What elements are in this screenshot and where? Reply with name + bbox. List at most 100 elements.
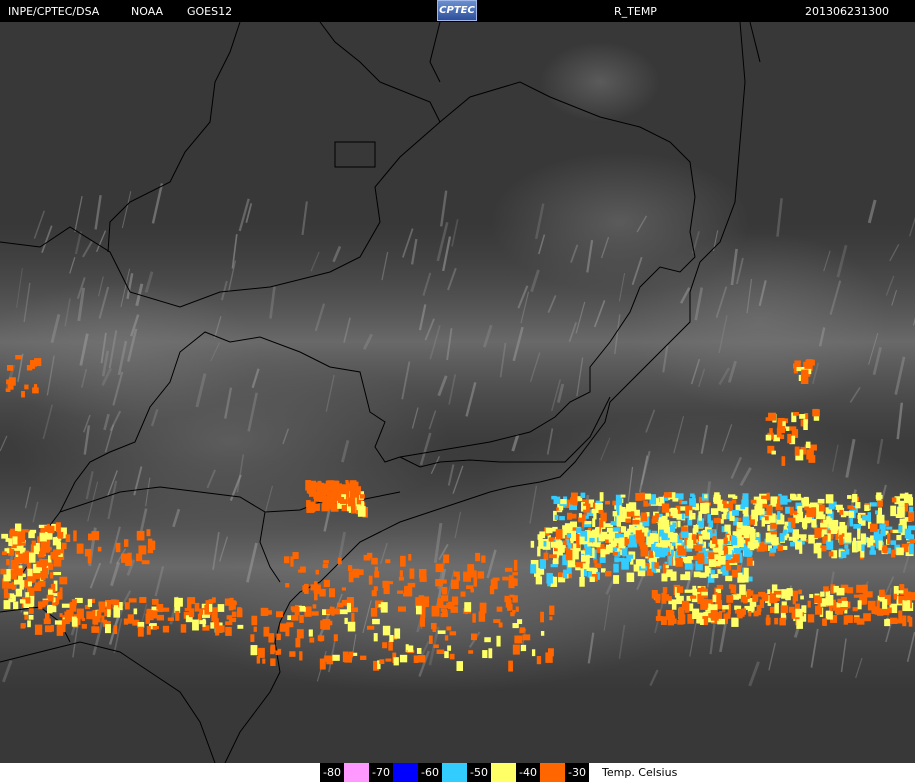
cold-top-pixel bbox=[756, 532, 760, 537]
cold-top-pixel bbox=[641, 562, 646, 569]
cold-top-pixel bbox=[703, 532, 711, 540]
cold-top-pixel bbox=[61, 603, 70, 608]
cold-top-pixel bbox=[728, 546, 732, 555]
cold-top-pixel bbox=[811, 519, 817, 528]
cold-top-pixel bbox=[847, 495, 852, 499]
cold-top-pixel bbox=[442, 586, 448, 595]
cold-top-pixel bbox=[71, 616, 78, 627]
cold-top-pixel bbox=[300, 566, 306, 573]
cold-top-pixel bbox=[684, 562, 693, 570]
cold-top-pixel bbox=[540, 611, 544, 623]
cold-top-pixel bbox=[710, 610, 718, 616]
cold-top-pixel bbox=[864, 504, 870, 512]
cold-top-pixel bbox=[805, 441, 811, 449]
cold-top-pixel bbox=[857, 540, 862, 552]
cold-top-pixel bbox=[48, 564, 54, 571]
cold-top-pixel bbox=[389, 634, 394, 642]
cold-top-pixel bbox=[151, 598, 159, 605]
cold-top-pixel bbox=[350, 503, 356, 514]
cold-top-pixel bbox=[84, 548, 92, 557]
cold-top-pixel bbox=[472, 613, 476, 623]
legend-label: -70 bbox=[369, 763, 393, 782]
cold-top-pixel bbox=[9, 593, 15, 599]
cold-top-pixel bbox=[16, 523, 21, 530]
cold-top-pixel bbox=[508, 603, 513, 610]
cold-top-pixel bbox=[614, 532, 620, 539]
cold-top-pixel bbox=[21, 391, 25, 398]
cold-top-pixel bbox=[550, 564, 558, 568]
cold-top-pixel bbox=[721, 514, 727, 520]
cold-top-pixel bbox=[447, 645, 452, 651]
cold-top-pixel bbox=[710, 573, 719, 579]
cold-top-pixel bbox=[175, 610, 180, 621]
cold-top-pixel bbox=[304, 583, 309, 593]
cold-top-pixel bbox=[587, 542, 593, 547]
cold-top-pixel bbox=[612, 511, 617, 517]
cold-top-pixel bbox=[825, 494, 834, 504]
cold-top-pixel bbox=[766, 505, 773, 516]
cold-top-pixel bbox=[902, 600, 911, 612]
cold-top-pixel bbox=[589, 576, 595, 583]
cold-top-pixel bbox=[292, 552, 299, 559]
cold-top-pixel bbox=[814, 527, 822, 539]
cold-top-pixel bbox=[766, 614, 770, 626]
cold-top-pixel bbox=[61, 542, 67, 550]
cold-top-pixel bbox=[898, 525, 903, 533]
cold-top-pixel bbox=[640, 547, 649, 557]
cold-top-pixel bbox=[56, 538, 61, 545]
cold-top-pixel bbox=[578, 513, 582, 518]
cold-top-pixel bbox=[713, 517, 721, 524]
cold-top-pixel bbox=[326, 488, 332, 497]
cold-top-pixel bbox=[460, 591, 466, 597]
cold-top-pixel bbox=[47, 604, 53, 614]
cold-top-pixel bbox=[201, 614, 210, 618]
cold-top-pixel bbox=[138, 545, 147, 555]
cold-top-pixel bbox=[105, 624, 111, 634]
cold-top-pixel bbox=[618, 539, 626, 549]
cold-top-pixel bbox=[908, 511, 915, 522]
cold-top-pixel bbox=[732, 554, 740, 563]
cold-top-pixel bbox=[145, 613, 150, 624]
cold-top-pixel bbox=[54, 602, 59, 606]
cold-top-pixel bbox=[40, 541, 47, 551]
cold-top-pixel bbox=[295, 637, 301, 648]
cold-top-pixel bbox=[665, 572, 672, 578]
cold-top-pixel bbox=[700, 502, 707, 514]
cold-top-pixel bbox=[765, 434, 772, 441]
cold-top-pixel bbox=[146, 610, 153, 614]
cold-top-pixel bbox=[811, 507, 817, 517]
cold-top-pixel bbox=[656, 568, 661, 573]
cold-top-pixel bbox=[512, 595, 518, 603]
cold-top-pixel bbox=[852, 607, 858, 612]
cold-top-pixel bbox=[724, 524, 731, 532]
cold-top-pixel bbox=[338, 496, 345, 504]
cold-top-pixel bbox=[350, 492, 356, 501]
cold-top-pixel bbox=[34, 582, 41, 589]
cold-top-pixel bbox=[437, 598, 444, 609]
cold-top-pixel bbox=[827, 533, 831, 542]
cold-top-pixel bbox=[512, 572, 518, 576]
cold-top-pixel bbox=[139, 597, 147, 603]
cold-top-pixel bbox=[587, 571, 592, 578]
cold-top-pixel bbox=[780, 495, 788, 505]
cold-top-pixel bbox=[53, 559, 62, 567]
cold-top-pixel bbox=[746, 557, 753, 567]
cold-top-pixel bbox=[843, 615, 848, 625]
cold-top-pixel bbox=[88, 533, 93, 541]
cold-top-pixel bbox=[29, 529, 37, 534]
cold-top-pixel bbox=[807, 359, 815, 366]
cold-top-pixel bbox=[819, 514, 826, 520]
cold-top-pixel bbox=[664, 596, 672, 601]
cold-top-pixel bbox=[59, 613, 63, 617]
cold-top-pixel bbox=[746, 550, 753, 556]
cold-top-pixel bbox=[481, 555, 486, 563]
cold-top-pixel bbox=[584, 521, 592, 525]
cold-top-pixel bbox=[558, 505, 564, 511]
cold-top-pixel bbox=[466, 585, 474, 590]
cold-top-pixel bbox=[654, 593, 661, 601]
cold-top-pixel bbox=[580, 492, 586, 498]
cold-top-pixel bbox=[733, 547, 741, 554]
cold-top-pixel bbox=[333, 634, 338, 642]
cold-top-pixel bbox=[555, 529, 563, 540]
cold-top-pixel bbox=[908, 497, 914, 506]
